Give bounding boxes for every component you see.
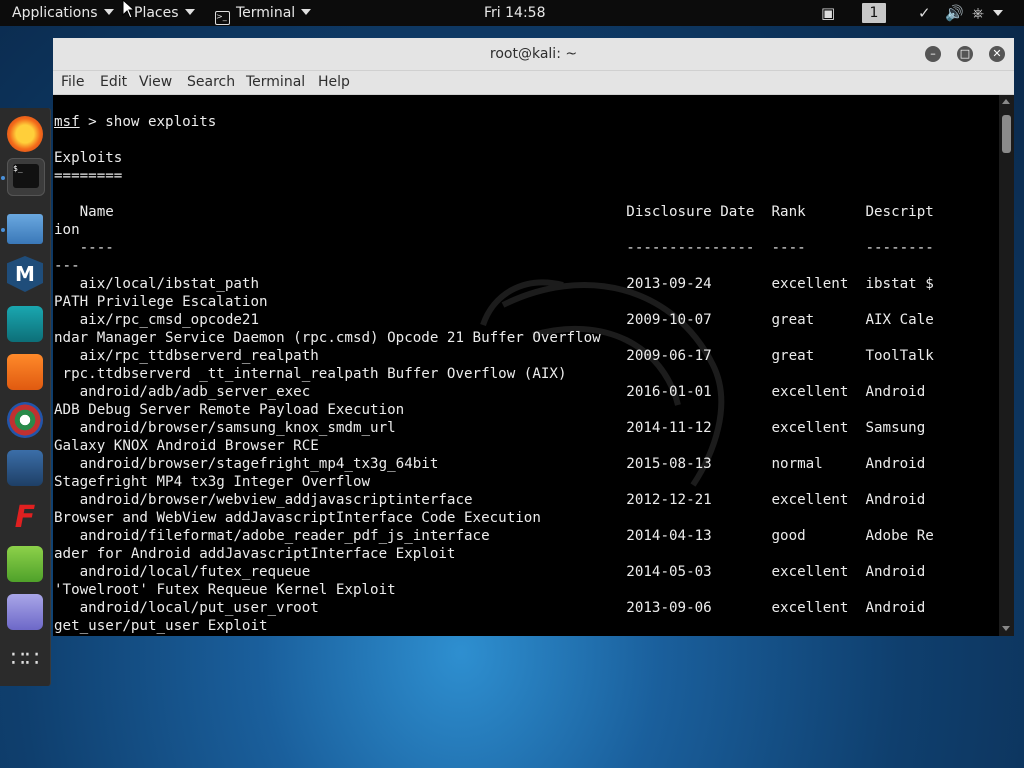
menu-view[interactable]: View <box>139 71 172 94</box>
terminal-line: 'Towelroot' Futex Requeue Kernel Exploit <box>54 582 396 598</box>
terminal-line: ndar Manager Service Daemon (rpc.cmsd) O… <box>54 330 601 346</box>
faraday-icon[interactable]: F <box>7 500 43 536</box>
terminal-line: android/browser/stagefright_mp4_tx3g_64b… <box>54 456 926 472</box>
volume-icon[interactable]: 🔊 <box>945 0 964 26</box>
terminal-line: aix/local/ibstat_path 2013-09-24 excelle… <box>54 276 934 292</box>
terminal-line: aix/rpc_cmsd_opcode21 2009-10-07 great A… <box>54 312 934 328</box>
beef-icon[interactable] <box>7 450 43 486</box>
terminal-line: android/browser/webview_addjavascriptint… <box>54 492 926 508</box>
leafpad-icon[interactable] <box>7 546 43 582</box>
minimize-button[interactable]: – <box>925 46 941 62</box>
files-icon[interactable] <box>7 214 43 244</box>
chevron-down-icon <box>301 9 312 15</box>
scrollbar[interactable] <box>999 95 1014 636</box>
menu-terminal[interactable]: Terminal <box>246 71 305 94</box>
terminal-line: aix/rpc_ttdbserverd_realpath 2009-06-17 … <box>54 348 934 364</box>
burpsuite-icon[interactable] <box>7 354 43 390</box>
clock[interactable]: Fri 14:58 <box>484 0 545 26</box>
active-indicator <box>1 228 5 232</box>
menu-file[interactable]: File <box>61 71 84 94</box>
terminal-line: android/local/put_user_vroot 2013-09-06 … <box>54 600 926 616</box>
scroll-up-icon[interactable] <box>1002 99 1010 104</box>
terminal-line: android/local/futex_requeue 2014-05-03 e… <box>54 564 926 580</box>
terminal-app-label: Terminal <box>236 5 296 21</box>
cherrytree-icon[interactable] <box>7 594 43 630</box>
active-indicator <box>1 176 5 180</box>
workspace-indicator[interactable]: 1 <box>862 3 886 23</box>
close-button[interactable]: ✕ <box>989 46 1005 62</box>
command-output: Exploits ======== Name Disclosure Date R… <box>54 150 934 634</box>
terminal-line: android/adb/adb_server_exec 2016-01-01 e… <box>54 384 926 400</box>
maltego-icon[interactable] <box>7 402 43 438</box>
terminal-line: ADB Debug Server Remote Payload Executio… <box>54 402 405 418</box>
firefox-icon[interactable] <box>7 116 43 152</box>
menu-help[interactable]: Help <box>318 71 350 94</box>
terminal-line: rpc.ttdbserverd _tt_internal_realpath Bu… <box>54 366 567 382</box>
video-icon[interactable]: ▣ <box>821 0 835 26</box>
terminal-text: msf > show exploits Exploits ======== Na… <box>54 113 934 635</box>
terminal-line: ======== <box>54 168 123 184</box>
terminal-line: get_user/put_user Exploit <box>54 618 268 634</box>
system-menu-chevron-icon[interactable] <box>993 10 1003 16</box>
maximize-button[interactable]: □ <box>957 46 973 62</box>
mouse-cursor-icon <box>122 0 136 19</box>
terminal-line: Name Disclosure Date Rank Descript <box>54 204 934 220</box>
terminal-line: Galaxy KNOX Android Browser RCE <box>54 438 319 454</box>
terminal-small-icon: >_ <box>215 11 230 25</box>
places-menu[interactable]: Places <box>134 0 195 26</box>
chevron-down-icon <box>103 9 114 15</box>
terminal-line: android/fileformat/adobe_reader_pdf_js_i… <box>54 528 934 544</box>
terminal-line: --- <box>54 258 80 274</box>
terminal-line: ader for Android addJavascriptInterface … <box>54 546 456 562</box>
terminal-line: PATH Privilege Escalation <box>54 294 268 310</box>
top-panel: Applications Places >_ Terminal Fri 14:58… <box>0 0 1024 26</box>
menu-edit[interactable]: Edit <box>100 71 127 94</box>
menu-search[interactable]: Search <box>187 71 235 94</box>
terminal-line: Browser and WebView addJavascriptInterfa… <box>54 510 541 526</box>
network-icon[interactable]: ✓ <box>918 0 931 26</box>
terminal-app-menu[interactable]: >_ Terminal <box>215 0 312 26</box>
window-title: root@kali: ~ <box>489 46 578 62</box>
terminal-line: Stagefright MP4 tx3g Integer Overflow <box>54 474 371 490</box>
scroll-down-icon[interactable] <box>1002 626 1010 631</box>
terminal-line: ion <box>54 222 80 238</box>
terminal-window: root@kali: ~ – □ ✕ File Edit View Search… <box>53 38 1014 636</box>
terminal-line: ---- --------------- ---- -------- <box>54 240 934 256</box>
dock: $_ M F ∷∷ <box>0 108 51 686</box>
places-label: Places <box>134 5 179 21</box>
terminal-icon[interactable]: $_ <box>7 158 45 196</box>
msf-prompt: msf <box>54 114 80 130</box>
power-icon[interactable]: ⎈ <box>972 0 984 26</box>
metasploit-icon[interactable]: M <box>7 256 43 292</box>
title-bar[interactable]: root@kali: ~ – □ ✕ <box>53 38 1014 71</box>
applications-menu[interactable]: Applications <box>12 0 114 26</box>
terminal-output[interactable]: msf > show exploits Exploits ======== Na… <box>53 95 999 636</box>
chevron-down-icon <box>184 9 195 15</box>
armitage-icon[interactable] <box>7 306 43 342</box>
command-text: > show exploits <box>79 114 217 130</box>
show-apps-icon[interactable]: ∷∷ <box>7 642 43 678</box>
terminal-line: Exploits <box>54 150 123 166</box>
terminal-line: android/browser/samsung_knox_smdm_url 20… <box>54 420 926 436</box>
applications-label: Applications <box>12 5 98 21</box>
scrollbar-thumb[interactable] <box>1002 115 1011 153</box>
menu-bar: File Edit View Search Terminal Help <box>53 71 1014 95</box>
